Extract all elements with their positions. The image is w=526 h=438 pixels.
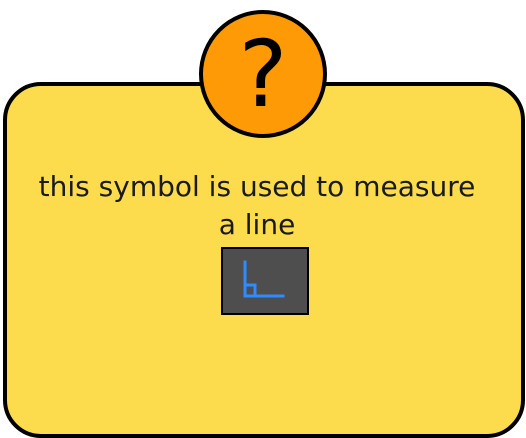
hint-card-stage: ? this symbol is used to measure a line <box>0 0 526 438</box>
hint-message: this symbol is used to measure a line <box>12 168 502 244</box>
hint-message-line-1: this symbol is used to measure <box>38 170 476 203</box>
question-badge: ? <box>199 10 327 138</box>
question-mark-icon: ? <box>238 21 288 128</box>
measure-symbol-tile <box>221 247 309 315</box>
right-angle-measure-icon <box>243 260 285 298</box>
hint-message-line-2: a line <box>218 208 296 241</box>
